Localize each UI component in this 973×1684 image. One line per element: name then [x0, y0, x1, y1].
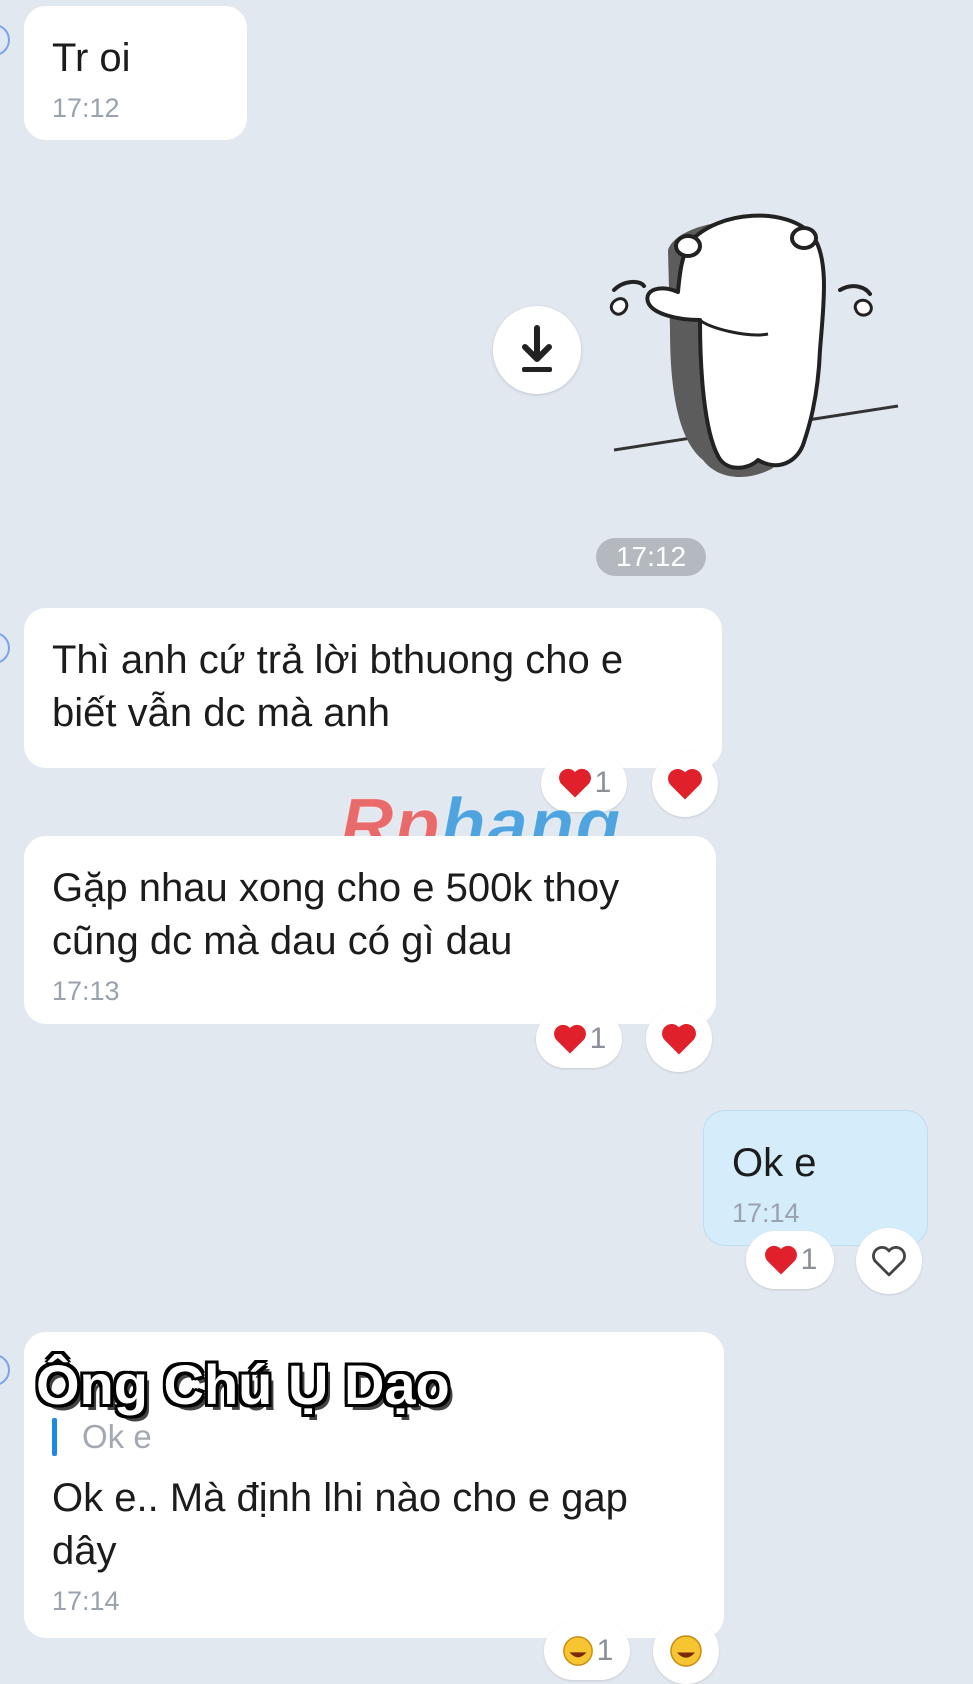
reaction-summary[interactable]: 1	[536, 1010, 622, 1068]
message-text: Thì anh cứ trả lời bthuong cho e biết vẫ…	[52, 638, 624, 735]
reaction-count: 1	[596, 1634, 614, 1667]
message-time: 17:13	[52, 976, 120, 1006]
reaction-summary[interactable]: 1	[544, 1622, 630, 1680]
message-time: 17:12	[52, 93, 120, 123]
overlay-caption: Ông Chú Ụ Dạo	[36, 1353, 450, 1416]
avatar[interactable]	[0, 1354, 10, 1386]
quoted-message[interactable]: Ok e	[52, 1416, 696, 1458]
message-text: Gặp nhau xong cho e 500k thoy cũng dc mà…	[52, 866, 620, 963]
reaction-count: 1	[589, 1022, 607, 1055]
download-button[interactable]	[493, 306, 581, 394]
crying-bear-sticker[interactable]	[608, 210, 918, 490]
my-message-bubble[interactable]: Ok e 17:14	[703, 1110, 928, 1246]
reaction-count: 1	[800, 1243, 818, 1276]
quote-bar	[52, 1418, 57, 1456]
avatar[interactable]	[0, 632, 10, 664]
message-text: Ok e.. Mà định lhi nào cho e gap dây	[52, 1476, 628, 1573]
react-button[interactable]	[856, 1228, 922, 1294]
message-text: Ok e	[732, 1141, 817, 1185]
message-time: 17:14	[732, 1198, 800, 1228]
message-bubble[interactable]: Tr oi 17:12	[24, 6, 247, 140]
reaction-summary[interactable]: 1	[746, 1231, 834, 1289]
message-bubble[interactable]: Thì anh cứ trả lời bthuong cho e biết vẫ…	[24, 608, 722, 768]
heart-icon	[662, 1023, 696, 1055]
heart-icon	[668, 768, 702, 800]
heart-icon	[764, 1245, 797, 1275]
react-button[interactable]	[646, 1006, 712, 1072]
timestamp-badge: 17:12	[596, 538, 706, 576]
heart-outline-icon	[872, 1246, 906, 1277]
laugh-emoji-icon	[670, 1635, 702, 1667]
quoted-text: Ok e	[82, 1418, 152, 1455]
message-time: 17:14	[52, 1586, 120, 1616]
message-bubble[interactable]: Gặp nhau xong cho e 500k thoy cũng dc mà…	[24, 836, 716, 1024]
download-icon	[522, 325, 552, 372]
laugh-emoji-icon	[562, 1636, 593, 1666]
heart-icon	[553, 1024, 586, 1054]
react-button[interactable]	[653, 1618, 719, 1684]
avatar[interactable]	[0, 24, 10, 56]
message-text: Tr oi	[52, 36, 131, 80]
react-button[interactable]	[652, 751, 718, 817]
